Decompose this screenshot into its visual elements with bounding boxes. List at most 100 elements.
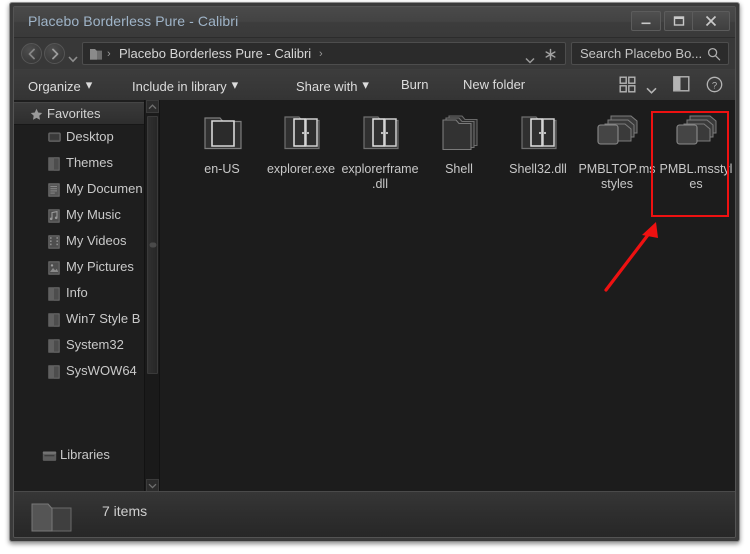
sidebar-item-label: Desktop [66,129,114,144]
share-with-label: Share with [296,79,358,94]
sidebar-section-favorites[interactable]: Favorites [14,102,159,126]
file-item-label: PMBLTOP.msstyles [578,162,656,191]
sidebar-item-system32[interactable]: System32 [14,336,159,357]
address-bar[interactable]: › Placebo Borderless Pure - Calibri › [82,42,566,65]
sidebar-item-themes[interactable]: Themes [14,154,159,176]
file-item[interactable]: Shell32.dll [499,108,577,177]
folder-icon [48,365,60,384]
sidebar-item-label: Info [66,285,88,300]
sidebar-item-desktop[interactable]: Desktop [14,128,159,149]
organize-button[interactable]: Organize ▾ [28,74,92,95]
sidebar-item-my-documen[interactable]: My Documen [14,180,159,202]
documents-icon [48,183,60,202]
preview-pane-icon[interactable] [673,76,690,97]
desktop-icon [48,131,61,149]
videos-icon [48,235,60,254]
refresh-icon[interactable] [544,48,557,66]
file-item-label: en-US [204,162,240,176]
file-item[interactable]: explorer.exe [262,108,340,177]
search-input[interactable]: Search Placebo Bo... [571,42,729,65]
open-folder-icon [196,108,248,158]
sidebar-item-my-videos[interactable]: My Videos [14,232,159,254]
file-item[interactable]: PMBL.msstyles [657,108,735,192]
pictures-icon [48,261,60,280]
breadcrumb-separator: › [107,48,111,60]
file-item[interactable]: en-US [183,108,261,177]
chevron-down-icon: ▾ [85,77,93,92]
file-item[interactable]: PMBLTOP.msstyles [578,108,656,192]
search-icon [707,47,721,66]
msstyles-stack-icon [670,108,722,158]
folder-icon [89,47,103,66]
explorer-window-inner: Placebo Borderless Pure - Calibri › Plac… [13,6,736,538]
folder-icon [48,287,60,306]
recent-pages-button[interactable] [68,50,78,63]
chevron-down-icon: ▾ [362,77,369,92]
scrollbar-thumb[interactable] [147,116,158,374]
sidebar-scrollbar[interactable] [144,100,159,492]
minimize-button[interactable] [631,11,661,31]
sidebar-item-label: My Music [66,207,121,222]
close-button[interactable] [692,11,730,31]
status-item-count: 7 items [102,503,148,519]
sidebar-item-my-music[interactable]: My Music [14,206,159,228]
scroll-up-icon[interactable] [146,100,159,113]
chevron-down-icon[interactable] [646,81,657,94]
sidebar-item-libraries[interactable]: Libraries [14,446,159,468]
music-icon [48,209,60,228]
view-layout-icon[interactable] [619,76,636,98]
file-item-label: Shell [445,162,473,176]
sidebar-item-syswow64[interactable]: SysWOW64 [14,362,159,384]
folder-icon [48,313,60,332]
sidebar-item-label: My Pictures [66,259,134,274]
navigation-bar: › Placebo Borderless Pure - Calibri › Se… [14,38,735,70]
sidebar-item-info[interactable]: Info [14,284,159,306]
msstyles-stack-icon [591,108,643,158]
breadcrumb[interactable]: Placebo Borderless Pure - Calibri [119,46,311,61]
sidebar-section-label: Favorites [47,106,101,121]
sidebar-item-label: System32 [66,337,124,352]
file-item[interactable]: Shell [420,108,498,177]
folder-icon [48,157,60,176]
star-icon [30,108,43,126]
libraries-icon [42,449,57,468]
search-placeholder: Search Placebo Bo... [580,46,703,61]
include-in-library-button[interactable]: Include in library ▾ [132,74,238,95]
file-item-label: PMBL.msstyles [659,162,733,191]
sidebar-item-my-pictures[interactable]: My Pictures [14,258,159,280]
file-item-label: Shell32.dll [509,162,567,176]
new-folder-button[interactable]: New folder [463,74,525,95]
help-button[interactable]: ? [706,76,723,98]
door-folder-icon [275,108,327,158]
back-button[interactable] [21,43,42,64]
maximize-button[interactable] [664,11,694,31]
sidebar-item-label: SysWOW64 [66,363,137,378]
file-item[interactable]: explorerframe.dll [341,108,419,192]
burn-button[interactable]: Burn [401,74,428,95]
explorer-body: Favorites Desktop Themes My Documen My Musi… [14,100,735,492]
status-bar: 7 items [14,491,735,537]
sidebar-item-win7-style-b[interactable]: Win7 Style B [14,310,159,332]
file-item-label: explorer.exe [266,162,336,176]
navigation-sidebar: Favorites Desktop Themes My Documen My Musi… [14,100,160,492]
window-title: Placebo Borderless Pure - Calibri [28,13,239,29]
explorer-window: Placebo Borderless Pure - Calibri › Plac… [9,2,740,542]
share-with-button[interactable]: Share with ▾ [296,74,369,95]
chevron-down-icon[interactable] [525,51,535,64]
sidebar-item-label: My Videos [66,233,127,248]
sidebar-item-label: Themes [66,155,113,170]
breadcrumb-separator-end[interactable]: › [319,47,323,62]
file-item-label: explorerframe.dll [341,162,419,191]
sidebar-item-label: Win7 Style B [66,311,141,326]
title-bar: Placebo Borderless Pure - Calibri [14,7,735,38]
scrollbar-thumb-grip [149,242,156,248]
folder-stack-icon [433,108,485,158]
include-in-library-label: Include in library [132,79,227,94]
forward-button[interactable] [44,43,65,64]
chevron-down-icon: ▾ [231,77,239,92]
sidebar-item-label: My Documen [66,181,143,196]
command-toolbar: Organize ▾ Include in library ▾ Share with… [14,69,735,101]
file-list-pane[interactable]: en-US explorer.exe explorerframe.dll Shell S… [161,100,735,492]
sidebar-item-label: Libraries [60,447,110,462]
door-folder-icon [512,108,564,158]
